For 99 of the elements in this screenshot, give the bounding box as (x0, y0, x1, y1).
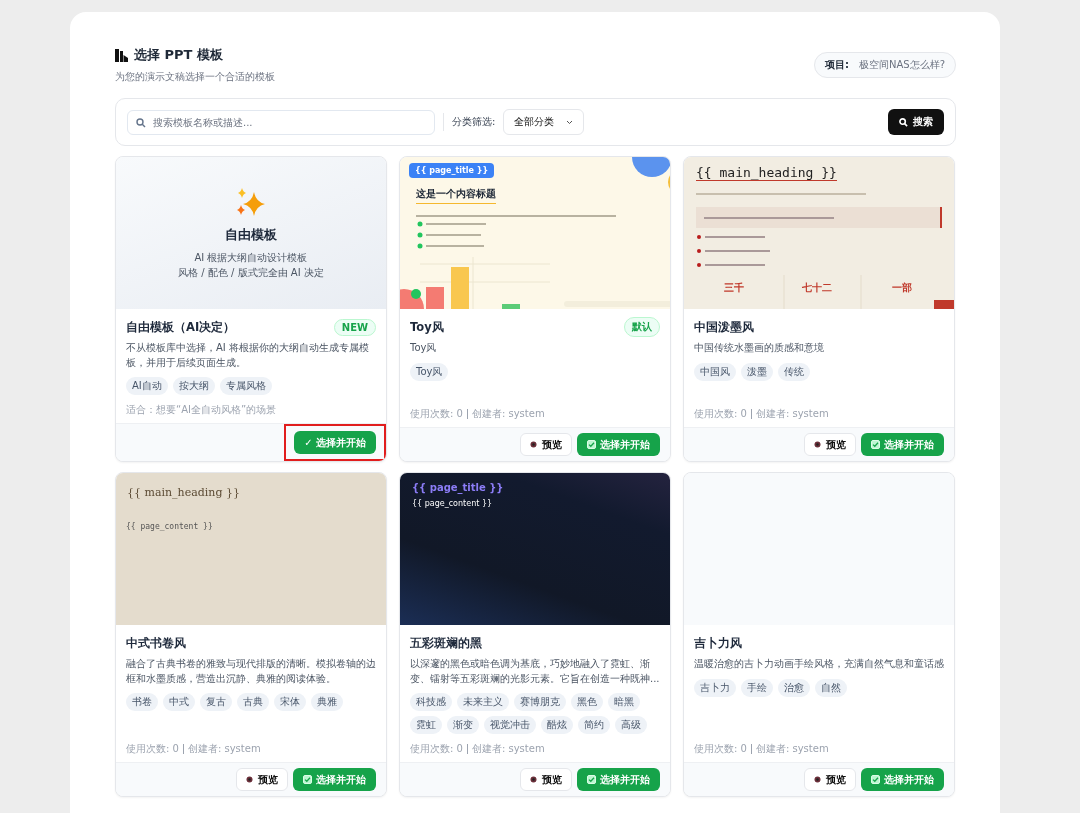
preview-button[interactable]: 预览 (520, 768, 572, 791)
category-dropdown[interactable]: 全部分类 (503, 109, 585, 135)
eye-icon (814, 441, 821, 448)
creator: 创建者: system (755, 742, 829, 756)
tag: 科技感 (410, 693, 452, 711)
template-badge: 默认 (624, 317, 660, 337)
template-card[interactable]: 自由模板 AI 根据大纲自动设计模板 风格 / 配色 / 版式完全由 AI 决定 自由模板（AI决定） NEW 不从模板库中选择，AI 将根据你的大纲自动生成专属模板，并用于后续页面生成。 AI自动 按大纲 专属风格 适合：想要“AI全自动风格”的场景 ✓ 选择并开始 (115, 156, 387, 462)
tag: 暗黑 (608, 693, 640, 711)
slide-stat: 一部 (892, 282, 912, 295)
creator: 创建者: system (187, 742, 261, 756)
tag: 传统 (778, 362, 810, 381)
slide-heading: 这是一个内容标题 (416, 187, 496, 204)
tag: 专属风格 (219, 377, 272, 395)
tag: 霓虹 (410, 716, 442, 734)
usage-count: 使用次数: 0 (126, 742, 179, 756)
template-card[interactable]: {{ main_heading }} {{ page_content }} 中式书卷风 融合了古典书卷的雅致与现代排版的清晰。模拟卷轴的边框和水墨质感，营造出沉静、典雅的阅读体验。 书卷 中式 复古 古典 宋体 典雅 使用次数: 0 创建者: system 预览 选择并开始 (115, 472, 387, 797)
search-field[interactable]: 搜索模板名称或描述... (127, 109, 435, 135)
preview-text: 风格 / 配色 / 版式完全由 AI 决定 (178, 266, 324, 280)
tag: 典雅 (311, 693, 343, 711)
template-name: 五彩斑斓的黑 (410, 635, 482, 651)
suitability-note: 适合：想要“AI全自动风格”的场景 (126, 403, 277, 417)
tag: 泼墨 (741, 362, 773, 381)
tag: 治愈 (778, 678, 810, 697)
tag: 赛博朋克 (514, 693, 566, 711)
slide-heading: {{ page_title }} (412, 482, 504, 493)
slide-stat: 七十二 (802, 282, 832, 295)
page-subtitle: 为您的演示文稿选择一个合适的模板 (115, 70, 275, 84)
preview-button[interactable]: 预览 (236, 768, 288, 791)
template-name: Toy风 (410, 319, 444, 335)
template-card[interactable]: {{ main_heading }} 三千 七十二 一部 中国泼墨风 中国传统水墨画的质感和意境 中国风 泼墨 传统 使用次数: 0 创建者: system 预览 选择并开始 (683, 156, 955, 462)
tag: Toy风 (410, 362, 449, 381)
tag: AI自动 (126, 377, 168, 395)
tag: 古典 (237, 693, 269, 711)
slide-heading: {{ main_heading }} (127, 486, 240, 499)
creator: 创建者: system (471, 742, 545, 756)
template-name: 中国泼墨风 (694, 319, 754, 335)
tag: 自然 (815, 678, 847, 697)
tag: 酷炫 (541, 716, 573, 734)
slide-stat: 三千 (724, 282, 744, 295)
tag: 中国风 (694, 362, 736, 381)
checkbox-icon (871, 775, 880, 784)
tag: 书卷 (126, 693, 158, 711)
usage-count: 使用次数: 0 (410, 742, 463, 756)
checkbox-icon (871, 440, 880, 449)
slide-title-chip: {{ page_title }} (409, 163, 495, 178)
eye-icon (246, 776, 253, 783)
template-description: 以深邃的黑色或暗色调为基底，巧妙地融入了霓虹、渐变、镭射等五彩斑斓的光影元素。它旨在创造一种既神... (410, 657, 660, 686)
tag: 宋体 (274, 693, 306, 711)
usage-count: 使用次数: 0 (694, 742, 747, 756)
preview-button[interactable]: 预览 (804, 433, 856, 456)
checkbox-icon (587, 775, 596, 784)
slide-heading: {{ main_heading }} (696, 165, 837, 181)
tag: 高级 (615, 716, 647, 734)
tag: 手绘 (741, 678, 773, 697)
preview-heading: 自由模板 (225, 226, 277, 244)
tag: 未来主义 (457, 693, 509, 711)
page-title: 选择 PPT 模板 (134, 46, 223, 64)
eye-icon (530, 776, 537, 783)
checkbox-icon (303, 775, 312, 784)
project-name: 极空间NAS怎么样? (859, 58, 945, 72)
tag: 复古 (200, 693, 232, 711)
chevron-down-icon (566, 119, 574, 125)
filter-label: 分类筛选: (452, 115, 496, 129)
template-card[interactable]: 吉卜力风 温暖治愈的吉卜力动画手绘风格，充满自然气息和童话感 吉卜力 手绘 治愈 自然 使用次数: 0 创建者: system 预览 选择并开始 (683, 472, 955, 797)
tag: 中式 (163, 693, 195, 711)
search-icon (899, 117, 908, 127)
template-description: 中国传统水墨画的质感和意境 (694, 341, 825, 355)
template-description: 不从模板库中选择，AI 将根据你的大纲自动生成专属模板，并用于后续页面生成。 (126, 341, 370, 370)
template-card[interactable]: {{ page_title }} 这是一个内容标题 Toy风 默认 Toy风 Toy风 使用次数: 0 创建者: system 预览 选择并开始 (399, 156, 671, 462)
tag: 按大纲 (172, 377, 215, 395)
template-description: 融合了古典书卷的雅致与现代排版的清晰。模拟卷轴的边框和水墨质感，营造出沉静、典雅的阅读体验。 (126, 657, 376, 686)
template-badge: NEW (333, 318, 376, 336)
template-description: Toy风 (410, 341, 438, 355)
template-name: 吉卜力风 (694, 635, 742, 651)
usage-count: 使用次数: 0 (410, 407, 463, 421)
creator: 创建者: system (471, 407, 545, 421)
tag: 视觉冲击 (484, 716, 536, 734)
tag: 渐变 (447, 716, 479, 734)
eye-icon (814, 776, 821, 783)
usage-count: 使用次数: 0 (694, 407, 747, 421)
creator: 创建者: system (755, 407, 829, 421)
search-button[interactable]: 搜索 (888, 109, 944, 135)
checkbox-icon (587, 440, 596, 449)
tag: 简约 (578, 716, 610, 734)
template-name: 中式书卷风 (126, 635, 186, 651)
tag: 黑色 (571, 693, 603, 711)
eye-icon (530, 441, 537, 448)
preview-text: AI 根据大纲自动设计模板 (193, 251, 309, 265)
preview-button[interactable]: 预览 (520, 433, 572, 456)
slide-text: {{ page_content }} (412, 499, 493, 508)
template-description: 温暖治愈的吉卜力动画手绘风格，充满自然气息和童话感 (694, 657, 944, 671)
search-icon (136, 117, 146, 128)
template-card[interactable]: {{ page_title }} {{ page_content }} 五彩斑斓的黑 以深邃的黑色或暗色调为基底，巧妙地融入了霓虹、渐变、镭射等五彩斑斓的光影元素。它旨在创造一种既神... 科技感 未来主义 赛博朋克 黑色 暗黑 霓虹 渐变 视觉冲击 酷炫 简约 高级 使用次数: 0 创建者: system 预览 选择并开始 (399, 472, 671, 797)
project-label: 项目: (825, 58, 849, 72)
template-name: 自由模板（AI决定） (126, 319, 236, 335)
slide-text: {{ page_content }} (126, 522, 213, 531)
tag: 吉卜力 (694, 678, 736, 697)
preview-button[interactable]: 预览 (804, 768, 856, 791)
template-icon (115, 48, 128, 62)
